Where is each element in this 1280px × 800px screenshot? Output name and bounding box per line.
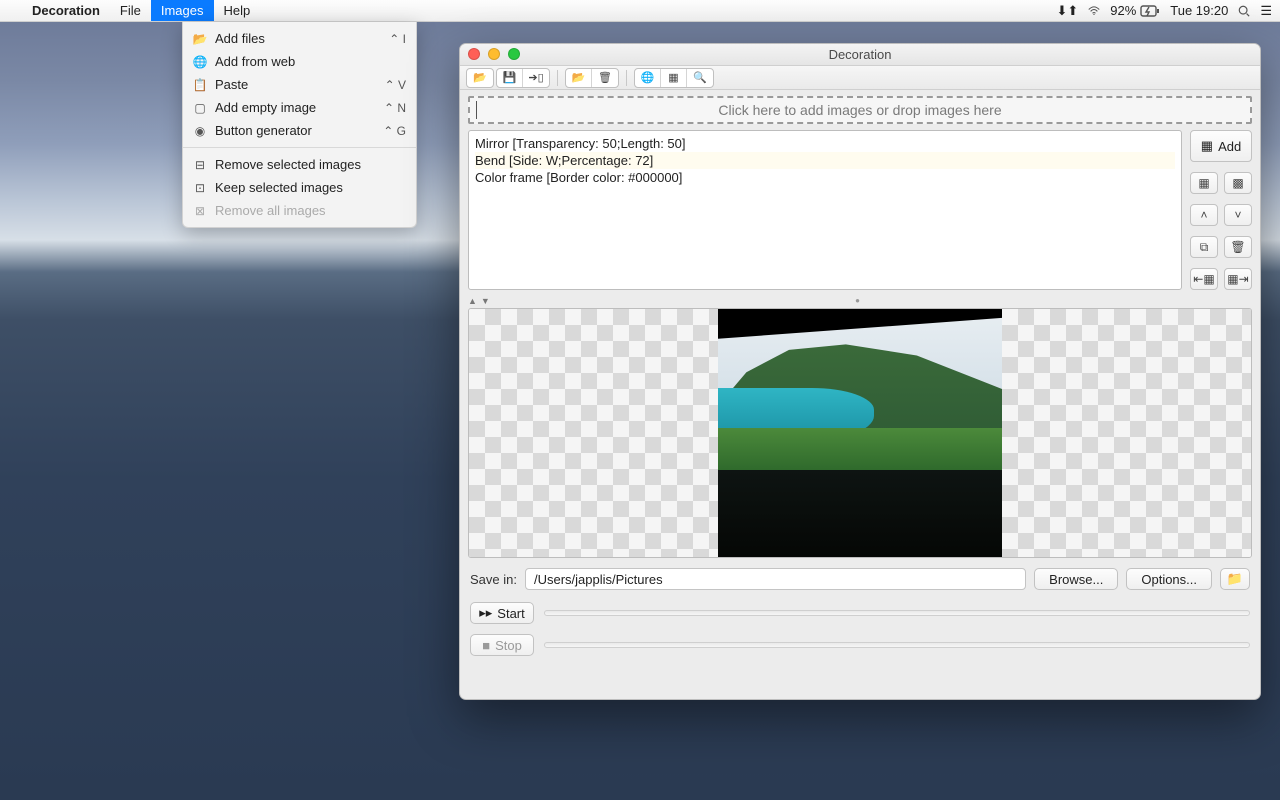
control-center-icon[interactable]: ☰ (1260, 3, 1272, 19)
window-title: Decoration (829, 47, 892, 62)
stop-button: ■ Stop (470, 634, 534, 656)
tool-zoom-icon[interactable]: 🔍 (687, 69, 713, 87)
menu-add-from-web[interactable]: 🌐 Add from web (183, 50, 416, 73)
dropzone-label: Click here to add images or drop images … (718, 102, 1001, 118)
image-dropzone[interactable]: Click here to add images or drop images … (468, 96, 1252, 124)
wifi-icon[interactable] (1088, 5, 1100, 17)
menu-separator (183, 147, 416, 148)
effect-grid-button[interactable]: ▦ (1190, 172, 1218, 194)
menu-images[interactable]: Images (151, 0, 214, 21)
start-button[interactable]: ▸▸ Start (470, 602, 534, 624)
clipboard-icon: 📋 (193, 78, 207, 92)
tool-export-icon[interactable]: ➔▯ (523, 69, 549, 87)
menu-button-generator[interactable]: ◉ Button generator ⌃ G (183, 119, 416, 142)
tool-open-icon[interactable]: 📂 (467, 69, 493, 87)
save-in-label: Save in: (470, 572, 517, 587)
menu-file[interactable]: File (110, 0, 151, 21)
tool-delete-icon[interactable]: 🗑 (592, 69, 618, 87)
add-label: Add (1218, 139, 1241, 154)
add-effect-button[interactable]: ▦ Add (1190, 130, 1252, 162)
tool-grid-icon[interactable]: ▦ (661, 69, 687, 87)
shortcut: ⌃ G (383, 124, 406, 138)
battery-status[interactable]: 92% (1110, 3, 1160, 18)
preview-collapse-up-icon[interactable]: ▲ (468, 296, 477, 306)
menu-remove-selected[interactable]: ⊟ Remove selected images (183, 153, 416, 176)
shortcut: ⌃ N (384, 101, 406, 115)
remove-all-icon: ⊠ (193, 204, 207, 218)
close-button[interactable] (468, 48, 480, 60)
preview-collapse-down-icon[interactable]: ▼ (481, 296, 490, 306)
preview-image[interactable] (718, 309, 1002, 557)
align-right-button[interactable]: ▦⇥ (1224, 268, 1252, 290)
stop-icon: ■ (482, 638, 490, 653)
play-icon: ▸▸ (479, 605, 492, 621)
menu-help[interactable]: Help (214, 0, 261, 21)
delete-button[interactable]: 🗑 (1224, 236, 1252, 258)
shortcut: ⌃ I (389, 32, 406, 46)
blank-icon: ▢ (193, 101, 207, 115)
button-icon: ◉ (193, 124, 207, 138)
tool-save-icon[interactable]: 💾 (497, 69, 523, 87)
tool-addfiles-icon[interactable]: 📂 (566, 69, 592, 87)
effect-row[interactable]: Color frame [Border color: #000000] (475, 169, 1175, 186)
menubar: Decoration File Images Help ⬇⬆ 92% Tue 1… (0, 0, 1280, 22)
toolbar: 📂 💾 ➔▯ 📂 🗑 🌐 ▦ 🔍 (460, 66, 1260, 90)
effect-row[interactable]: Bend [Side: W;Percentage: 72] (475, 152, 1175, 169)
grid-icon: ▦ (1201, 138, 1213, 154)
effects-list[interactable]: Mirror [Transparency: 50;Length: 50] Ben… (468, 130, 1182, 290)
stop-progress (544, 642, 1250, 648)
menu-add-empty-image[interactable]: ▢ Add empty image ⌃ N (183, 96, 416, 119)
remove-icon: ⊟ (193, 158, 207, 172)
titlebar[interactable]: Decoration (460, 44, 1260, 66)
move-up-button[interactable]: ˄ (1190, 204, 1218, 226)
transparency-bg (469, 309, 718, 557)
globe-icon: 🌐 (193, 55, 207, 69)
browse-button[interactable]: Browse... (1034, 568, 1118, 590)
spotlight-icon[interactable] (1238, 5, 1250, 17)
menu-remove-all: ⊠ Remove all images (183, 199, 416, 222)
minimize-button[interactable] (488, 48, 500, 60)
copy-button[interactable]: ⧉ (1190, 236, 1218, 258)
start-progress (544, 610, 1250, 616)
shortcut: ⌃ V (385, 78, 406, 92)
tool-web-icon[interactable]: 🌐 (635, 69, 661, 87)
effect-buttons: ▦ Add ▦ ▩ ˄ ˅ ⧉ 🗑 ⇤▦ ▦⇥ (1190, 130, 1252, 290)
menu-keep-selected[interactable]: ⊡ Keep selected images (183, 176, 416, 199)
open-folder-button[interactable]: 📁 (1220, 568, 1250, 590)
images-menu-dropdown: 📂 Add files ⌃ I 🌐 Add from web 📋 Paste ⌃… (182, 22, 417, 228)
battery-percent: 92% (1110, 3, 1136, 18)
move-down-button[interactable]: ˅ (1224, 204, 1252, 226)
options-button[interactable]: Options... (1126, 568, 1212, 590)
dropbox-icon[interactable]: ⬇⬆ (1056, 3, 1078, 19)
effect-row[interactable]: Mirror [Transparency: 50;Length: 50] (475, 135, 1175, 152)
preview-pane (468, 308, 1252, 558)
effect-tile-button[interactable]: ▩ (1224, 172, 1252, 194)
clock[interactable]: Tue 19:20 (1170, 3, 1228, 18)
app-window: Decoration 📂 💾 ➔▯ 📂 🗑 🌐 ▦ 🔍 Click here t… (459, 43, 1261, 700)
folder-icon: 📂 (193, 32, 207, 46)
preview-handle-icon[interactable]: ● (855, 296, 860, 306)
transparency-bg (1002, 309, 1251, 557)
keep-icon: ⊡ (193, 181, 207, 195)
menu-app[interactable]: Decoration (22, 0, 110, 21)
menu-add-files[interactable]: 📂 Add files ⌃ I (183, 27, 416, 50)
menu-paste[interactable]: 📋 Paste ⌃ V (183, 73, 416, 96)
align-left-button[interactable]: ⇤▦ (1190, 268, 1218, 290)
save-path-input[interactable] (525, 568, 1026, 590)
zoom-button[interactable] (508, 48, 520, 60)
